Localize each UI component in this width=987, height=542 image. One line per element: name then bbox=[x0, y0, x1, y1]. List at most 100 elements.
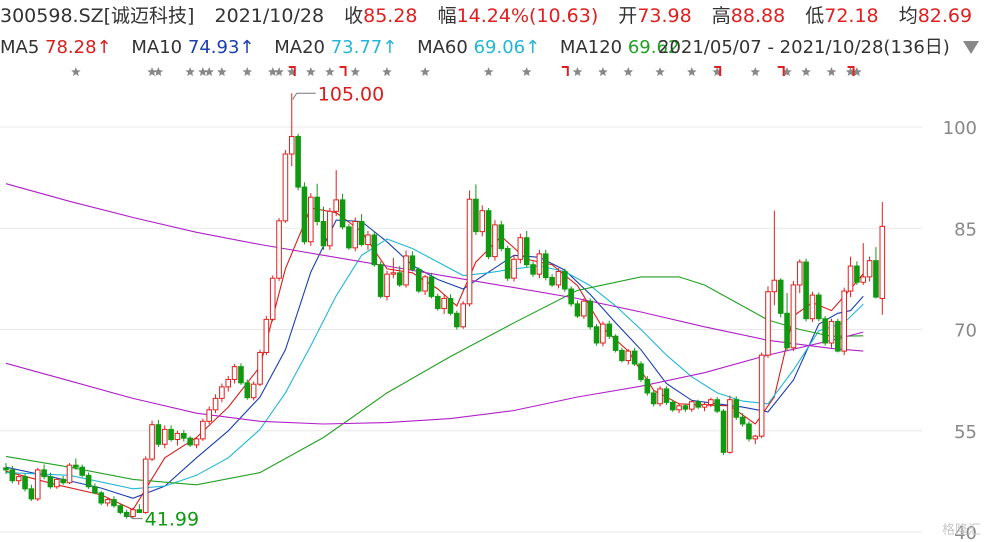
low-value: 72.18 bbox=[824, 5, 879, 27]
candle bbox=[803, 258, 809, 322]
candle-body bbox=[250, 383, 257, 399]
candle bbox=[352, 217, 359, 252]
candle bbox=[428, 272, 435, 299]
candle-body bbox=[568, 288, 574, 305]
candle-body bbox=[695, 401, 701, 408]
candle-body bbox=[47, 476, 54, 488]
candle bbox=[98, 490, 105, 505]
candle bbox=[422, 274, 428, 296]
ma60-value: 69.06↑ bbox=[473, 37, 541, 58]
candle bbox=[447, 294, 454, 316]
candle-body bbox=[498, 224, 505, 249]
candle-body bbox=[422, 276, 428, 292]
candle-body bbox=[492, 224, 498, 258]
candle-body bbox=[784, 312, 790, 349]
candle-body bbox=[60, 478, 66, 484]
candle bbox=[225, 376, 232, 392]
candle-body bbox=[739, 416, 746, 425]
candle bbox=[123, 509, 130, 519]
ma-line-ma5 bbox=[5, 207, 864, 511]
star-marker-icon bbox=[242, 67, 253, 76]
candle-body bbox=[212, 397, 219, 411]
candle bbox=[22, 473, 28, 492]
candle-body bbox=[809, 294, 816, 320]
star-marker-icon bbox=[350, 67, 360, 76]
high-price-label: 105.00 bbox=[318, 83, 384, 105]
candle bbox=[663, 386, 670, 406]
candle-body bbox=[155, 424, 162, 445]
candle bbox=[847, 256, 854, 298]
candle bbox=[250, 381, 257, 401]
candle-body bbox=[682, 405, 689, 410]
candle bbox=[479, 205, 486, 237]
candle bbox=[511, 255, 517, 282]
candle bbox=[746, 421, 752, 442]
candle-body bbox=[676, 405, 682, 411]
candle bbox=[720, 409, 727, 456]
candle bbox=[866, 256, 873, 282]
candle bbox=[454, 310, 460, 330]
candle bbox=[593, 324, 600, 346]
change-value: 14.24%(10.63) bbox=[456, 5, 599, 27]
candle-body bbox=[301, 186, 308, 243]
candle-body bbox=[720, 410, 727, 453]
candle-body bbox=[181, 432, 187, 439]
candle bbox=[282, 149, 289, 223]
high-pointer bbox=[292, 92, 316, 100]
candle bbox=[181, 430, 187, 442]
candle-body bbox=[542, 253, 549, 279]
candle bbox=[657, 386, 663, 407]
candle bbox=[187, 436, 193, 447]
candle-body bbox=[650, 392, 657, 405]
candle-body bbox=[111, 499, 117, 507]
candle-body bbox=[600, 323, 606, 344]
candle-body bbox=[733, 399, 740, 418]
star-marker-icon bbox=[623, 67, 634, 76]
candle-body bbox=[860, 276, 867, 283]
candle bbox=[295, 133, 301, 191]
candle bbox=[562, 268, 568, 292]
star-marker-icon bbox=[217, 67, 227, 76]
candle-body bbox=[879, 225, 886, 299]
candle bbox=[650, 390, 657, 407]
star-marker-icon bbox=[204, 67, 214, 76]
candle-body bbox=[295, 135, 301, 188]
candle bbox=[193, 436, 200, 449]
candle bbox=[828, 318, 835, 348]
candle bbox=[549, 274, 555, 287]
candle-body bbox=[816, 294, 822, 320]
candle bbox=[231, 363, 238, 384]
moving-average-lines bbox=[5, 183, 864, 511]
candle-body bbox=[225, 378, 232, 388]
candle bbox=[365, 230, 371, 250]
candle bbox=[136, 504, 143, 514]
y-tick-label: 70 bbox=[954, 321, 977, 342]
candle bbox=[752, 434, 759, 445]
star-marker-icon bbox=[521, 67, 532, 76]
avg-value: 82.69 bbox=[917, 5, 973, 27]
grid-lines bbox=[0, 126, 922, 533]
candle-body bbox=[28, 488, 35, 500]
candle-body bbox=[149, 424, 155, 460]
candle-body bbox=[523, 237, 530, 266]
candle-body bbox=[377, 264, 384, 297]
candle-body bbox=[384, 273, 390, 297]
candle-body bbox=[549, 277, 555, 286]
candle bbox=[200, 418, 206, 441]
candle-body bbox=[136, 509, 143, 513]
candle bbox=[212, 394, 219, 414]
avg-label: 均 bbox=[898, 5, 918, 27]
candle-body bbox=[854, 265, 860, 283]
candle bbox=[257, 349, 263, 387]
dropdown-arrow-icon[interactable] bbox=[963, 41, 979, 54]
candle bbox=[85, 472, 92, 489]
high-label: 高 bbox=[711, 5, 731, 27]
candle-body bbox=[777, 279, 784, 314]
star-marker-icon bbox=[420, 67, 430, 76]
candle bbox=[638, 361, 644, 383]
candle-body bbox=[441, 297, 447, 310]
candle bbox=[555, 268, 562, 289]
candle-body bbox=[803, 261, 809, 320]
candle-body bbox=[327, 210, 333, 247]
candle bbox=[142, 456, 149, 514]
